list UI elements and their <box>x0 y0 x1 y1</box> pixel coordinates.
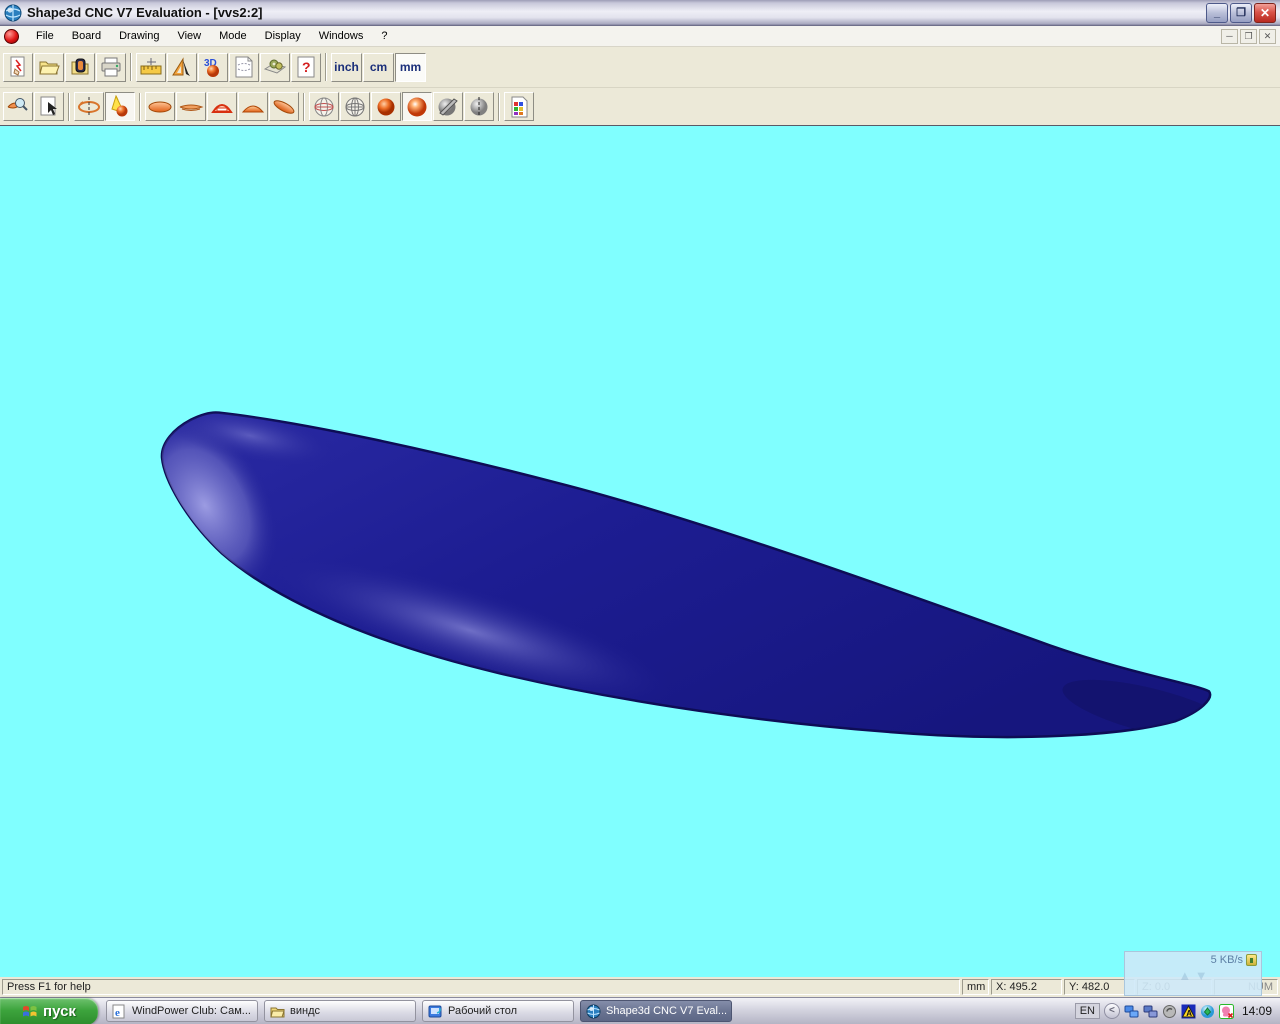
section-filled-icon[interactable] <box>238 92 268 121</box>
task-label: Shape3d CNC V7 Eval... <box>606 1005 727 1017</box>
board-deck-view-icon[interactable] <box>145 92 175 121</box>
unit-cm-button[interactable]: cm <box>363 53 394 82</box>
windows-flag-icon <box>22 1003 38 1019</box>
sphere-pencil-icon[interactable] <box>433 92 463 121</box>
machine-settings-icon[interactable] <box>260 53 290 82</box>
network-speed-value: 5 KB/s <box>1211 954 1243 966</box>
agent-orb-icon[interactable] <box>1200 1004 1215 1019</box>
open-folder-icon[interactable] <box>34 53 64 82</box>
surfboard-3d-model <box>0 126 1280 977</box>
globe-icon <box>586 1004 601 1019</box>
menu-help[interactable]: ? <box>372 27 396 45</box>
task-label: виндс <box>290 1005 320 1017</box>
toolbar-separator <box>68 93 70 121</box>
svg-text:e: e <box>115 1007 120 1019</box>
zoom-board-icon[interactable] <box>3 92 33 121</box>
window-title: Shape3d CNC V7 Evaluation - [vvs2:2] <box>27 5 1206 20</box>
status-help-text: Press F1 for help <box>2 979 960 995</box>
language-indicator[interactable]: EN <box>1075 1003 1100 1019</box>
wireframe-colored-icon[interactable] <box>309 92 339 121</box>
toolbar-separator <box>139 93 141 121</box>
system-tray: EN < A 14:09 <box>1075 1003 1280 1019</box>
desktop-icon <box>428 1004 443 1019</box>
mdi-restore-button[interactable]: ❐ <box>1240 29 1257 44</box>
board-perspective-icon[interactable] <box>269 92 299 121</box>
task-shape3d-active[interactable]: Shape3d CNC V7 Eval... <box>580 1000 732 1022</box>
svg-text:?: ? <box>302 59 311 75</box>
menu-file[interactable]: File <box>27 27 63 45</box>
close-button[interactable]: ✕ <box>1254 3 1276 23</box>
set-square-icon[interactable] <box>167 53 197 82</box>
title-bar: Shape3d CNC V7 Evaluation - [vvs2:2] _ ❐… <box>0 0 1280 26</box>
network-icon[interactable] <box>1124 1004 1139 1019</box>
toolbar-separator <box>303 93 305 121</box>
unit-inch-button[interactable]: inch <box>331 53 362 82</box>
sphere-shaded-icon[interactable] <box>371 92 401 121</box>
viewport-canvas[interactable] <box>0 125 1280 977</box>
task-windpower[interactable]: e WindPower Club: Сам... <box>106 1000 258 1022</box>
menu-windows[interactable]: Windows <box>310 27 373 45</box>
document-sphere-icon[interactable] <box>4 29 19 44</box>
sphere-split-icon[interactable] <box>464 92 494 121</box>
board-flat-view-icon[interactable] <box>176 92 206 121</box>
print-icon[interactable] <box>96 53 126 82</box>
sphere-bright-icon[interactable] <box>402 92 432 121</box>
status-unit: mm <box>962 979 989 995</box>
task-vinds-folder[interactable]: виндс <box>264 1000 416 1022</box>
rotate-axis-icon[interactable] <box>74 92 104 121</box>
messenger-blocked-icon[interactable] <box>1219 1004 1234 1019</box>
restore-button[interactable]: ❐ <box>1230 3 1252 23</box>
save-board-icon[interactable] <box>65 53 95 82</box>
status-bar: Press F1 for help mm X: 495.2 Y: 482.0 Z… <box>0 977 1280 997</box>
mdi-close-button[interactable]: ✕ <box>1259 29 1276 44</box>
start-label: пуск <box>43 1003 76 1020</box>
volume-icon[interactable] <box>1162 1004 1177 1019</box>
menu-view[interactable]: View <box>168 27 210 45</box>
network2-icon[interactable] <box>1143 1004 1158 1019</box>
minimize-button[interactable]: _ <box>1206 3 1228 23</box>
warning-A-icon[interactable]: A <box>1181 1004 1196 1019</box>
select-page-icon[interactable] <box>34 92 64 121</box>
menu-drawing[interactable]: Drawing <box>110 27 168 45</box>
menu-mode[interactable]: Mode <box>210 27 256 45</box>
menu-bar: File Board Drawing View Mode Display Win… <box>0 26 1280 47</box>
plan-sheet-icon[interactable] <box>229 53 259 82</box>
start-button[interactable]: пуск <box>0 998 98 1024</box>
unit-mm-button[interactable]: mm <box>395 53 426 82</box>
internet-page-icon: e <box>112 1004 127 1019</box>
network-meter-icon <box>1246 954 1257 966</box>
help-icon[interactable]: ? <box>291 53 321 82</box>
board-3d-icon[interactable]: 3D <box>198 53 228 82</box>
taskbar-clock[interactable]: 14:09 <box>1242 1004 1272 1018</box>
folder-icon <box>270 1004 285 1019</box>
network-arrows-watermark: ▲ ▼ <box>1129 968 1257 983</box>
mdi-minimize-button[interactable]: ─ <box>1221 29 1238 44</box>
ruler-icon[interactable] <box>136 53 166 82</box>
task-label: Рабочий стол <box>448 1005 517 1017</box>
desktop: Shape3d CNC V7 Evaluation - [vvs2:2] _ ❐… <box>0 0 1280 1024</box>
light-point-icon[interactable] <box>105 92 135 121</box>
view-toolbar <box>0 88 1280 125</box>
task-desktop[interactable]: Рабочий стол <box>422 1000 574 1022</box>
palette-icon[interactable] <box>504 92 534 121</box>
main-toolbar: 3D ? inch cm mm <box>0 47 1280 88</box>
toolbar-separator <box>325 53 327 81</box>
network-speed-widget[interactable]: 5 KB/s ▲ ▼ <box>1124 951 1262 996</box>
status-x-coordinate: X: 495.2 <box>991 979 1062 995</box>
section-outline-icon[interactable] <box>207 92 237 121</box>
toolbar-separator <box>130 53 132 81</box>
taskbar: пуск e WindPower Club: Сам... виндс Рабо… <box>0 997 1280 1024</box>
wireframe-icon[interactable] <box>340 92 370 121</box>
new-document-icon[interactable] <box>3 53 33 82</box>
menu-board[interactable]: Board <box>63 27 110 45</box>
toolbar-separator <box>498 93 500 121</box>
task-label: WindPower Club: Сам... <box>132 1005 251 1017</box>
svg-text:A: A <box>1186 1009 1192 1018</box>
tray-collapse-chevron-icon[interactable]: < <box>1104 1003 1120 1019</box>
app-globe-icon <box>4 4 22 22</box>
menu-display[interactable]: Display <box>256 27 310 45</box>
